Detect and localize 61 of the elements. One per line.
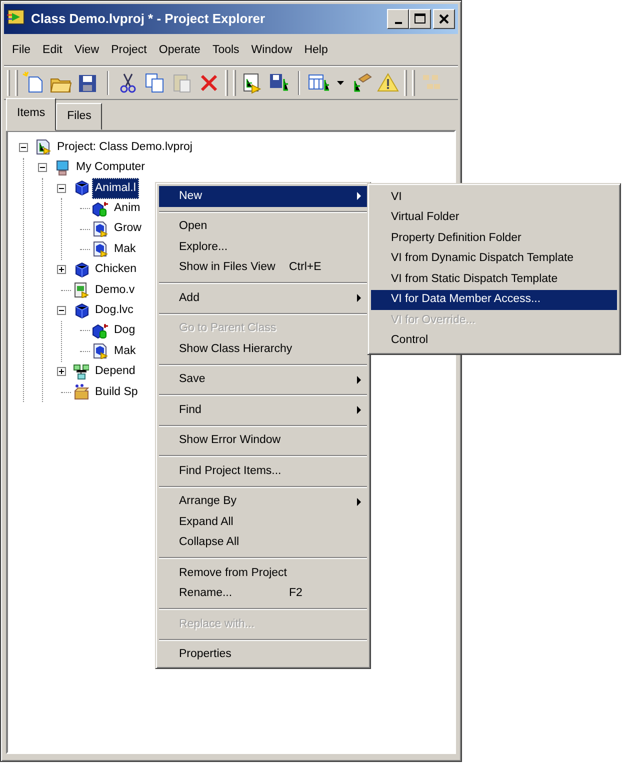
menu-item[interactable]: Property Definition Folder — [371, 228, 617, 248]
menu-item[interactable]: Open — [159, 216, 367, 237]
maximize-icon — [413, 12, 427, 26]
menu-item[interactable]: Show Error Window — [159, 430, 367, 451]
collapse-icon[interactable] — [38, 163, 47, 172]
maximize-button[interactable] — [409, 9, 431, 29]
menu-item[interactable]: VI from Static Dispatch Template — [371, 269, 617, 290]
menu-item[interactable]: Show Class Hierarchy — [159, 339, 367, 360]
tree-item[interactable]: Project: Class Demo.lvproj — [54, 136, 196, 158]
tab[interactable]: Files — [56, 103, 102, 130]
tree-item[interactable]: Dog — [111, 320, 138, 342]
menu-item[interactable]: Properties — [159, 644, 367, 665]
minimize-icon — [394, 22, 402, 24]
menu-item[interactable]: Tools — [206, 40, 246, 62]
tree-item[interactable]: Chicken — [92, 259, 140, 280]
menu-item[interactable]: VI for Data Member Access... — [371, 290, 617, 310]
menu-item[interactable]: Collapse All — [159, 532, 367, 553]
tree-item[interactable]: Mak — [111, 238, 139, 260]
tree-item[interactable]: Anim — [111, 198, 144, 220]
tree-item[interactable]: Animal.l — [92, 178, 139, 199]
menu-item[interactable]: Explore... — [159, 237, 367, 258]
tab[interactable]: Items — [6, 98, 56, 132]
menu-item[interactable]: Find — [159, 400, 367, 420]
collapse-icon[interactable] — [19, 142, 28, 152]
tree-item[interactable]: Mak — [111, 340, 139, 362]
menu-item[interactable]: Edit — [36, 40, 68, 62]
collapse-icon[interactable] — [57, 306, 66, 316]
tree-item[interactable]: Depend — [92, 361, 138, 382]
menu-item[interactable]: Expand All — [159, 512, 367, 532]
menu-item[interactable]: VI from Dynamic Dispatch Template — [371, 248, 617, 269]
menu-item[interactable]: Control — [371, 330, 617, 351]
menu-item[interactable]: Find Project Items... — [159, 461, 367, 482]
expand-icon[interactable] — [57, 265, 66, 274]
menu-item[interactable]: Show in Files View Ctrl+E — [159, 258, 367, 278]
tree-item[interactable]: Grow — [111, 218, 144, 240]
menu-item[interactable]: Arrange By — [159, 492, 367, 512]
tree-item[interactable]: Build Sp — [92, 382, 141, 403]
tree-item[interactable]: Dog.lvc — [92, 300, 136, 322]
menu-item[interactable]: Window — [245, 40, 298, 62]
expand-icon[interactable] — [57, 367, 66, 376]
minimize-button[interactable] — [387, 9, 409, 29]
menu-item[interactable]: Add — [159, 288, 367, 308]
window-title: Class Demo.lvproj * - Project Explorer — [31, 10, 266, 28]
menu-item[interactable]: Help — [298, 40, 334, 62]
menu-item[interactable]: Project — [105, 40, 153, 62]
app-icon — [7, 8, 25, 24]
menu-item[interactable]: Virtual Folder — [371, 208, 617, 228]
menu-item[interactable]: Rename... F2 — [159, 584, 367, 604]
caret-icon[interactable] — [336, 81, 344, 86]
menu-item[interactable]: Save — [159, 370, 367, 390]
menu-item[interactable]: New — [159, 186, 367, 206]
menu-item[interactable]: Operate — [152, 40, 206, 62]
menu-item[interactable]: File — [6, 40, 37, 62]
menu-item[interactable]: Remove from Project — [159, 563, 367, 584]
tree-item[interactable]: My Computer — [73, 157, 148, 178]
menu-item[interactable]: View — [68, 40, 106, 62]
menu-item[interactable]: VI — [371, 187, 617, 208]
collapse-icon[interactable] — [57, 184, 66, 193]
close-icon — [437, 12, 451, 26]
close-button[interactable] — [433, 9, 455, 29]
tree-item[interactable]: Demo.v — [92, 280, 138, 301]
